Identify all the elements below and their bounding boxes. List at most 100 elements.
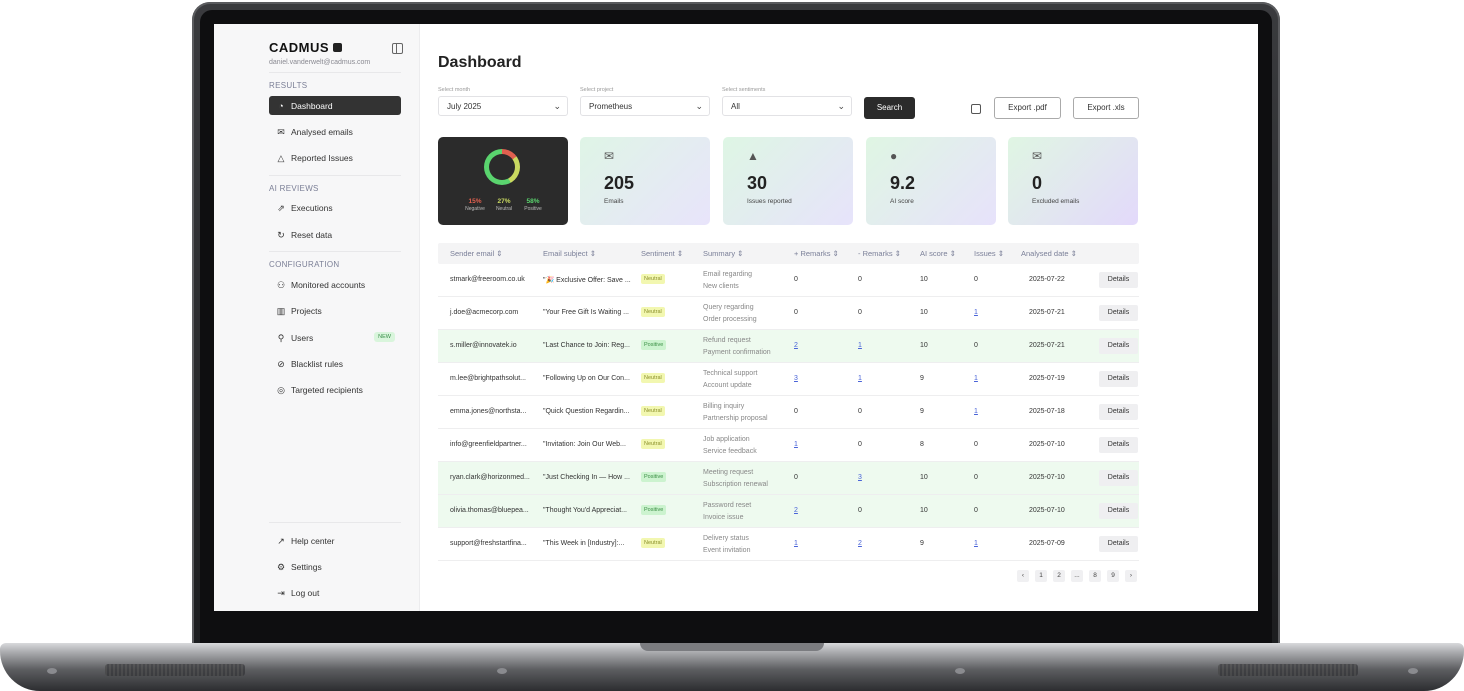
sidebar-bottom: ↗ Help center ⚙ Settings ⇥ Log out (269, 516, 401, 610)
sentiment-badge: Neutral (641, 439, 665, 449)
minus-remarks[interactable]: 3 (858, 474, 862, 481)
pagination: ‹ 1 2... 8 9 › (1017, 570, 1143, 582)
minus-remarks: 0 (858, 276, 862, 283)
summary-line: Technical support (703, 370, 758, 377)
column-header-subject[interactable]: Email subject ⇕ (543, 249, 596, 258)
copy-icon[interactable] (971, 104, 981, 114)
table-row: emma.jones@northsta... "Quick Question Re… (438, 396, 1139, 429)
sidebar-item-label: Help center (291, 535, 335, 546)
project-select[interactable]: Prometheus ⌄ (580, 96, 710, 116)
select-value: All (731, 102, 740, 111)
sentiment-donut-chart (484, 149, 520, 185)
column-header-issues[interactable]: Issues ⇕ (974, 249, 1004, 258)
minus-remarks[interactable]: 2 (858, 540, 862, 547)
select-value: July 2025 (447, 102, 482, 111)
help-icon: ↗ (277, 535, 285, 546)
laptop-foot (1408, 668, 1418, 674)
accounts-icon: ⚇ (276, 279, 286, 290)
sentiment-badge: Neutral (641, 307, 665, 317)
sidebar-item-targeted-recipients[interactable]: ◎ Targeted recipients (269, 381, 401, 400)
column-header-sender[interactable]: Sender email ⇕ (450, 249, 503, 258)
card-value: 30 (747, 173, 768, 193)
summary-line: Delivery status (703, 535, 749, 542)
speaker-grille-left (105, 664, 245, 676)
plus-remarks[interactable]: 2 (794, 342, 798, 349)
plus-remarks[interactable]: 2 (794, 507, 798, 514)
summary-line: Refund request (703, 337, 751, 344)
month-select[interactable]: July 2025 ⌄ (438, 96, 568, 116)
sidebar-item-dashboard[interactable]: ◔ Dashboard (269, 96, 401, 115)
sidebar-item-monitored-accounts[interactable]: ⚇ Monitored accounts (269, 275, 401, 294)
sidebar-item-users[interactable]: ⚲ Users NEW (269, 328, 401, 347)
page-button[interactable]: 8 (1089, 570, 1101, 582)
details-button[interactable]: Details (1099, 470, 1138, 486)
sidebar-item-reset-data[interactable]: ↻ Reset data (269, 225, 401, 244)
plus-remarks[interactable]: 1 (794, 441, 798, 448)
minus-remarks[interactable]: 1 (858, 342, 862, 349)
speaker-grille-right (1218, 664, 1358, 676)
brand-logo: CADMUS (269, 40, 401, 55)
divider (269, 174, 401, 176)
summary: Delivery status Event invitation (703, 533, 750, 557)
project-filter: Select project Prometheus ⌄ (580, 87, 710, 116)
details-button[interactable]: Details (1099, 305, 1138, 321)
laptop-foot (955, 668, 965, 674)
column-header-plus-remarks[interactable]: + Remarks ⇕ (794, 249, 839, 258)
plus-remarks: 0 (794, 408, 798, 415)
collapse-sidebar-icon[interactable] (392, 43, 403, 54)
sentiment-select[interactable]: All ⌄ (722, 96, 852, 116)
column-header-ai-score[interactable]: AI score ⇕ (920, 249, 956, 258)
issues-count[interactable]: 1 (974, 408, 978, 415)
search-button[interactable]: Search (864, 97, 915, 119)
sidebar-item-projects[interactable]: ▥ Projects (269, 302, 401, 321)
prev-page-button[interactable]: ‹ (1017, 570, 1029, 582)
sidebar-item-log-out[interactable]: ⇥ Log out (269, 584, 401, 603)
sidebar-item-executions[interactable]: ⇗ Executions (269, 199, 401, 218)
issues-count[interactable]: 1 (974, 309, 978, 316)
issues-count[interactable]: 1 (974, 375, 978, 382)
sidebar-item-analysed-emails[interactable]: ✉ Analysed emails (269, 122, 401, 141)
sidebar-item-reported-issues[interactable]: △ Reported Issues (269, 149, 401, 168)
page-button[interactable]: ... (1071, 570, 1083, 582)
new-badge: NEW (374, 332, 395, 343)
page-button[interactable]: 1 (1035, 570, 1047, 582)
sender-email: m.lee@brightpathsolut... (450, 375, 526, 382)
column-header-sentiment[interactable]: Sentiment ⇕ (641, 249, 683, 258)
sidebar-item-settings[interactable]: ⚙ Settings (269, 557, 401, 576)
gear-icon: ⚙ (276, 561, 286, 572)
sidebar-item-blacklist-rules[interactable]: ⊘ Blacklist rules (269, 354, 401, 373)
sidebar-item-help-center[interactable]: ↗ Help center (269, 531, 401, 550)
summary-line: Billing inquiry (703, 403, 745, 410)
page-button[interactable]: 9 (1107, 570, 1119, 582)
select-value: Prometheus (589, 102, 633, 111)
details-button[interactable]: Details (1099, 503, 1138, 519)
sentiment-badge: Positive (641, 340, 667, 350)
details-button[interactable]: Details (1099, 272, 1138, 288)
neutral-label: Neutral (495, 206, 513, 212)
column-header-summary[interactable]: Summary ⇕ (703, 249, 743, 258)
details-button[interactable]: Details (1099, 371, 1138, 387)
page-button[interactable]: 2 (1053, 570, 1065, 582)
details-button[interactable]: Details (1099, 437, 1138, 453)
issues-count: 0 (974, 507, 978, 514)
next-page-button[interactable]: › (1125, 570, 1137, 582)
plus-remarks[interactable]: 1 (794, 540, 798, 547)
export-xls-button[interactable]: Export .xls (1073, 97, 1139, 119)
column-header-analysed-date[interactable]: Analysed date ⇕ (1021, 249, 1077, 258)
excluded-mail-icon: ✉ (1032, 149, 1043, 163)
sidebar-item-label: Log out (291, 588, 320, 599)
details-button[interactable]: Details (1099, 404, 1138, 420)
issues-count[interactable]: 1 (974, 540, 978, 547)
neutral-value: 27% (497, 198, 511, 205)
export-pdf-button[interactable]: Export .pdf (994, 97, 1061, 119)
table-row: info@greenfieldpartner... "Invitation: Jo… (438, 429, 1139, 462)
details-button[interactable]: Details (1099, 536, 1138, 552)
sentiment-badge: Neutral (641, 274, 665, 284)
minus-remarks: 0 (858, 507, 862, 514)
minus-remarks[interactable]: 1 (858, 375, 862, 382)
summary: Password reset Invoice issue (703, 500, 751, 524)
details-button[interactable]: Details (1099, 338, 1138, 354)
plus-remarks[interactable]: 3 (794, 375, 798, 382)
column-header-minus-remarks[interactable]: - Remarks ⇕ (858, 249, 901, 258)
external-arrow-icon: ⇗ (277, 203, 285, 214)
